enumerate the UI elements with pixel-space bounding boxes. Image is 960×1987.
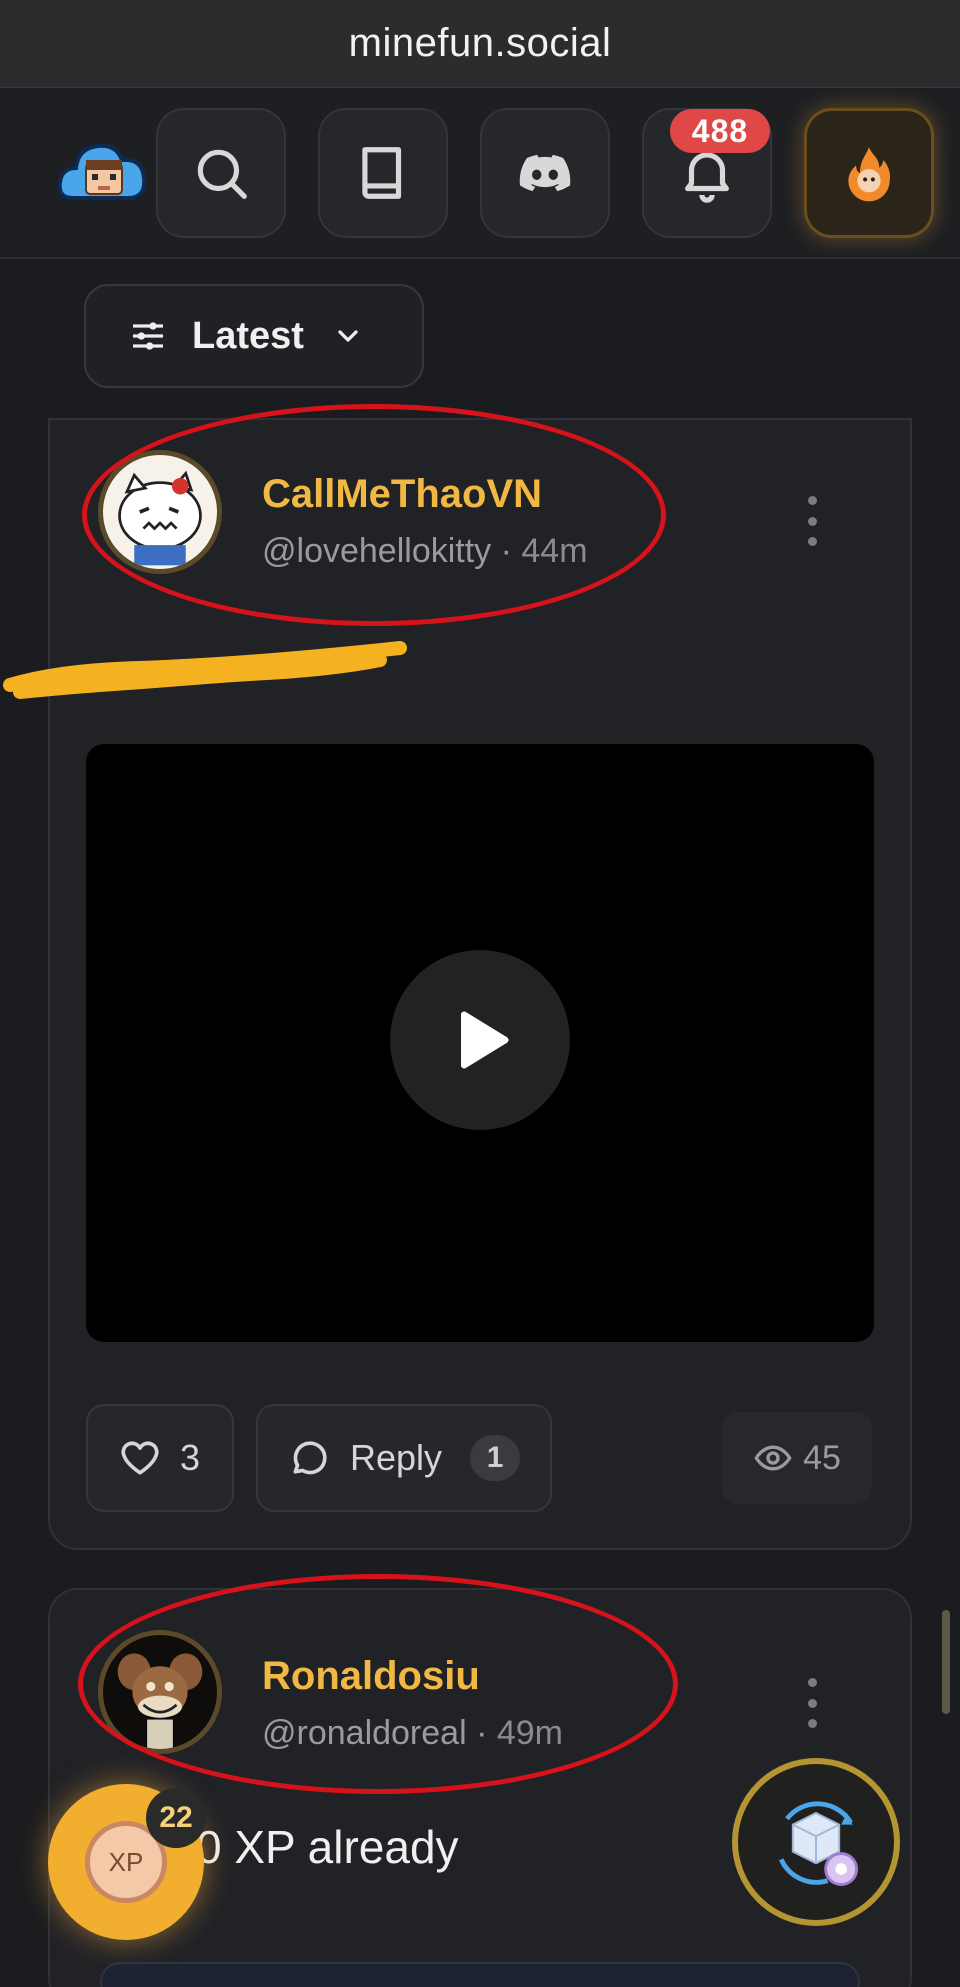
notification-count-badge: 488 <box>670 109 770 153</box>
search-icon <box>197 149 247 199</box>
eye-icon <box>754 1445 792 1471</box>
url-text: minefun.social <box>348 21 612 65</box>
mod-cube-icon <box>778 1801 859 1886</box>
xp-label: XP <box>108 1846 144 1877</box>
reply-count-badge: 1 <box>470 1435 521 1481</box>
redaction-scribble <box>3 641 407 699</box>
view-count-value: 45 <box>803 1438 841 1477</box>
guide-button[interactable] <box>318 108 448 238</box>
flame-avatar-icon <box>848 147 890 202</box>
view-count: 45 <box>722 1412 872 1504</box>
filter-label: Latest <box>192 314 304 357</box>
xp-count-badge: 22 <box>146 1788 206 1848</box>
search-button[interactable] <box>156 108 286 238</box>
mods-button[interactable] <box>732 1758 900 1926</box>
heart-icon <box>121 1441 159 1475</box>
like-button[interactable]: 3 <box>86 1404 234 1512</box>
cloud-face-logo[interactable] <box>57 136 148 208</box>
browser-url-bar[interactable]: minefun.social <box>0 0 960 88</box>
annotation-ellipse <box>82 404 666 626</box>
scrollbar[interactable] <box>942 1610 950 1714</box>
comment-icon <box>293 1441 327 1475</box>
video-player[interactable] <box>86 744 874 1342</box>
more-options-icon[interactable] <box>802 496 822 546</box>
annotation-ellipse <box>78 1574 678 1794</box>
sort-filter-dropdown[interactable]: Latest <box>84 284 424 388</box>
play-button[interactable] <box>390 950 570 1130</box>
book-icon <box>362 147 402 199</box>
post-text: 0 XP already <box>196 1821 459 1873</box>
like-count: 3 <box>180 1437 201 1478</box>
discord-button[interactable] <box>480 108 610 238</box>
reply-button[interactable]: Reply 1 <box>256 1404 552 1512</box>
play-icon <box>461 1011 509 1069</box>
top-nav: 488 <box>0 88 960 259</box>
next-post-preview <box>100 1962 860 1987</box>
discord-icon <box>519 154 571 192</box>
more-options-icon[interactable] <box>802 1678 822 1728</box>
sliders-icon <box>133 322 163 350</box>
profile-button[interactable] <box>804 108 934 238</box>
chevron-down-icon <box>338 330 358 342</box>
reply-label: Reply <box>350 1437 443 1478</box>
